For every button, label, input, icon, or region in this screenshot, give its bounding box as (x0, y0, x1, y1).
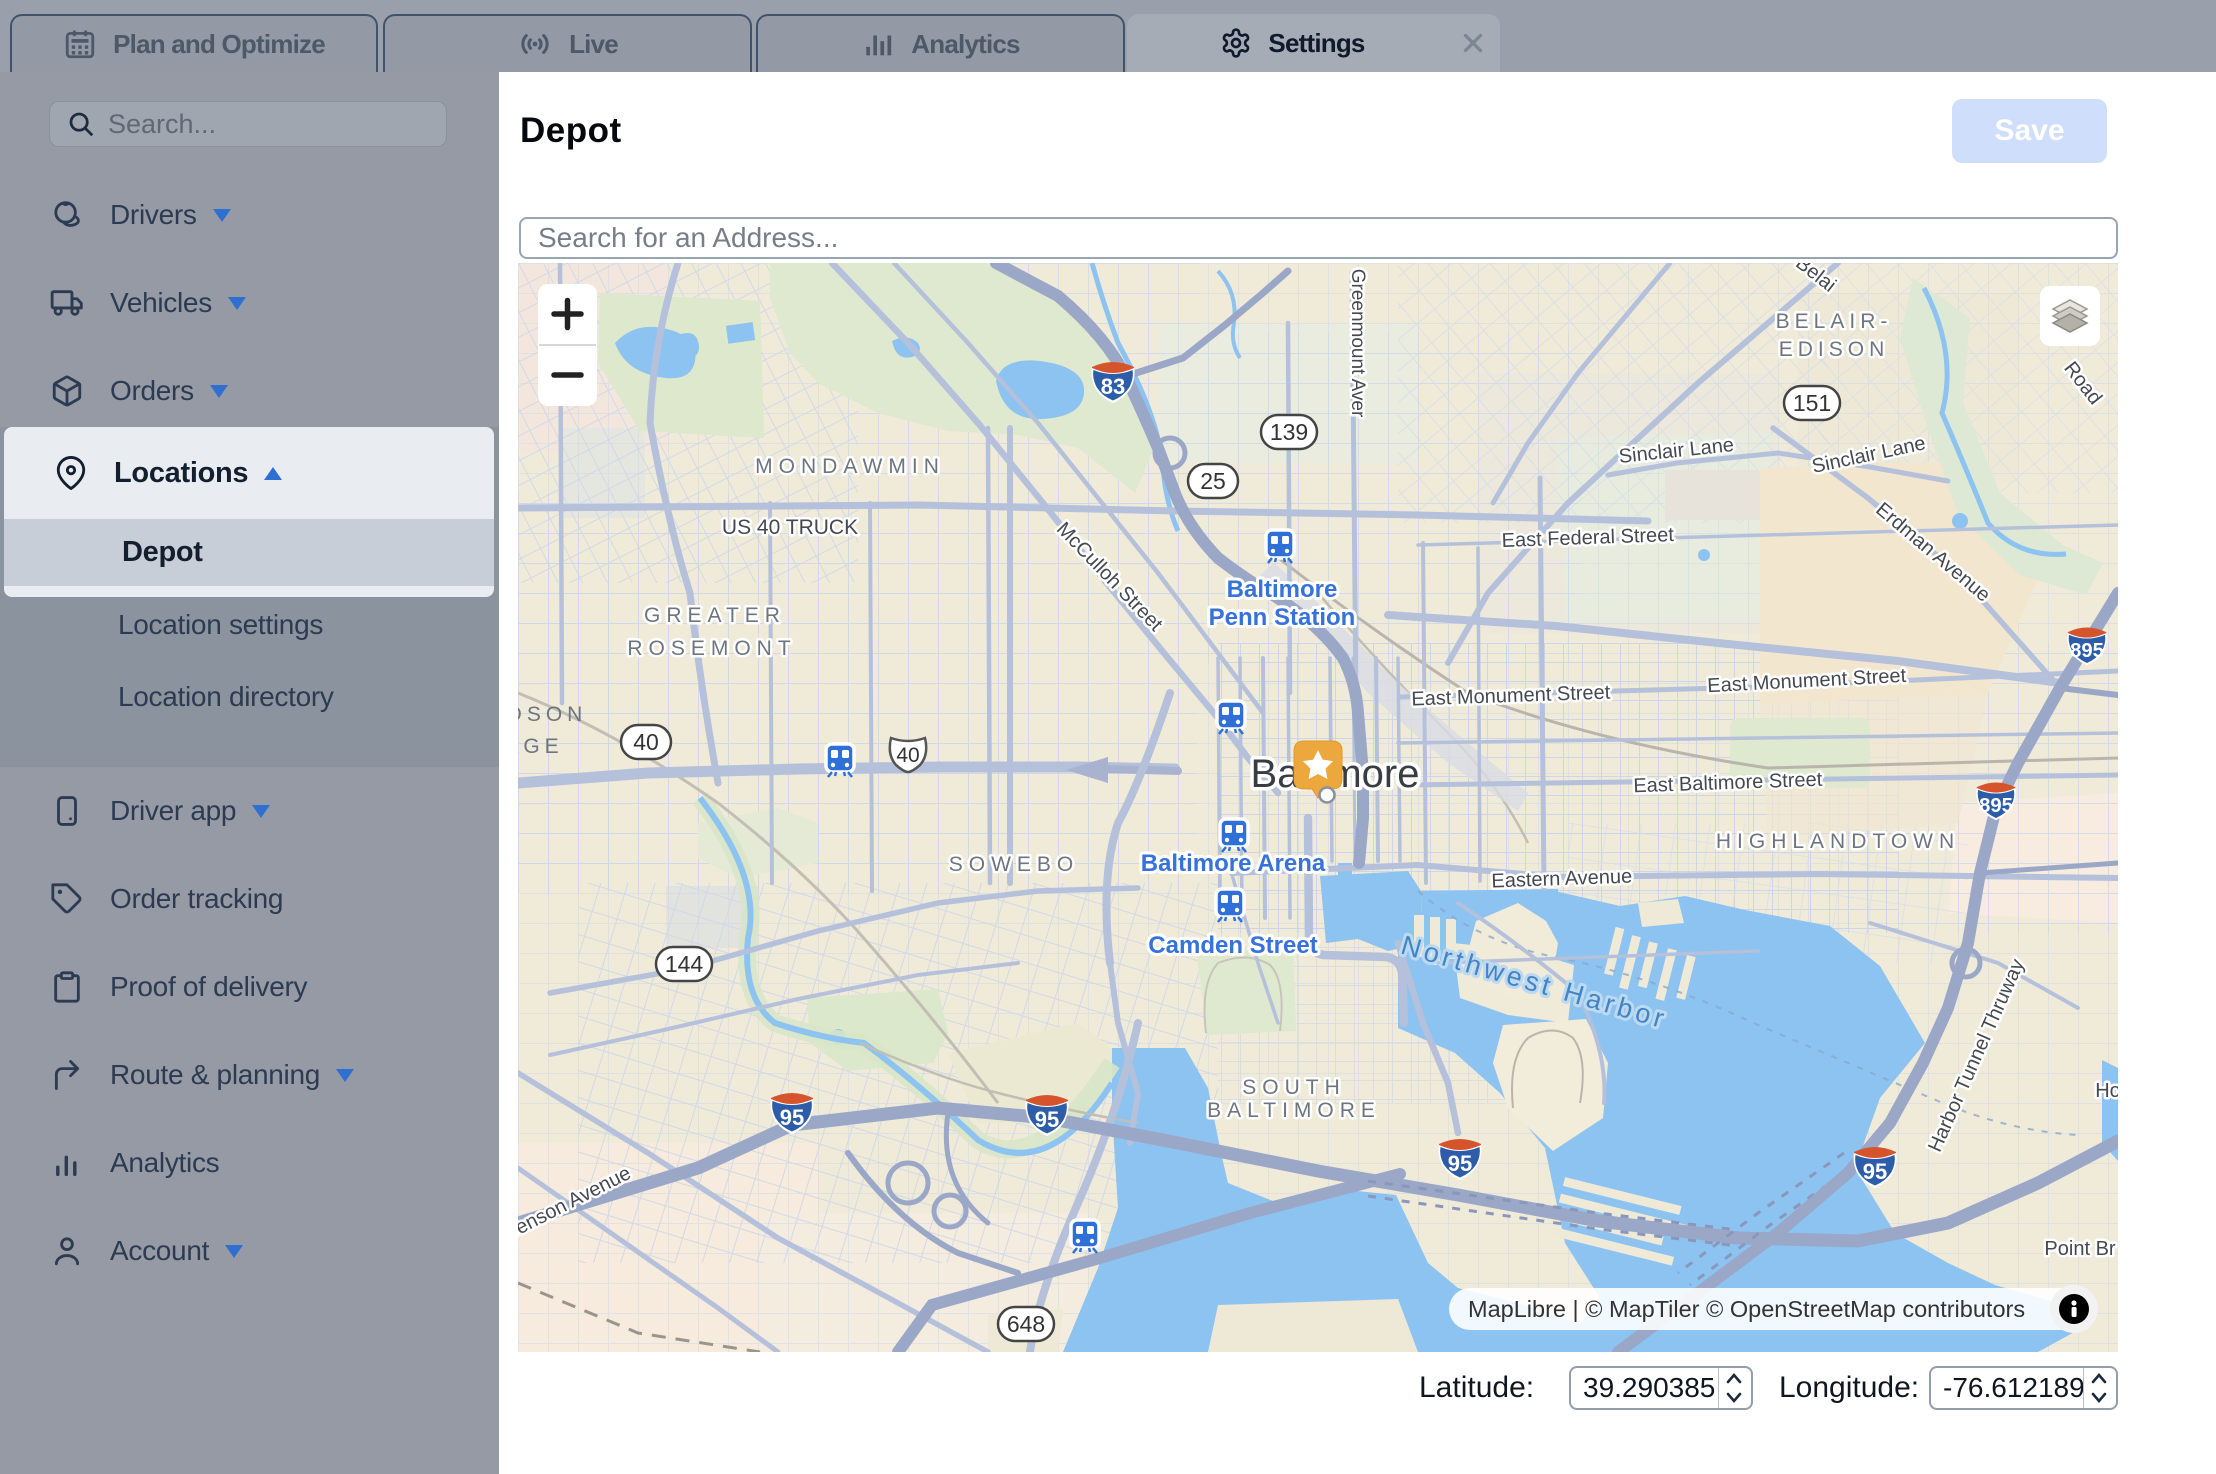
svg-text:EDISON: EDISON (1779, 338, 1890, 361)
svg-text:40: 40 (896, 744, 919, 767)
svg-text:MONDAWMIN: MONDAWMIN (755, 455, 945, 478)
svg-text:151: 151 (1793, 390, 1831, 416)
svg-text:DSON: DSON (518, 703, 587, 726)
svg-text:648: 648 (1007, 1311, 1045, 1337)
svg-text:Penn Station: Penn Station (1209, 604, 1356, 631)
svg-text:US 40 TRUCK: US 40 TRUCK (722, 516, 858, 539)
svg-text:SOWEBO: SOWEBO (949, 853, 1080, 876)
svg-text:139: 139 (1270, 419, 1308, 445)
svg-text:40: 40 (633, 729, 659, 755)
svg-text:Ho: Ho (2095, 1080, 2118, 1102)
svg-text:895: 895 (2070, 640, 2104, 662)
svg-text:895: 895 (1979, 795, 2013, 817)
svg-text:BALTIMORE: BALTIMORE (1207, 1099, 1381, 1122)
svg-text:Camden Street: Camden Street (1148, 932, 1317, 959)
svg-text:Baltimore: Baltimore (1227, 576, 1338, 603)
svg-text:95: 95 (1448, 1151, 1472, 1176)
svg-text:BELAIR-: BELAIR- (1776, 310, 1893, 333)
svg-text:SOUTH: SOUTH (1242, 1076, 1346, 1099)
svg-text:AGE: AGE (518, 735, 564, 758)
svg-text:95: 95 (1863, 1159, 1887, 1184)
svg-text:HIGHLANDTOWN: HIGHLANDTOWN (1716, 830, 1960, 853)
svg-text:ROSEMONT: ROSEMONT (627, 637, 796, 660)
svg-text:Point Br: Point Br (2044, 1238, 2115, 1260)
svg-text:83: 83 (1101, 374, 1125, 399)
svg-text:MapLibre | © MapTiler © OpenSt: MapLibre | © MapTiler © OpenStreetMap co… (1468, 1296, 2025, 1322)
svg-text:95: 95 (780, 1105, 804, 1130)
svg-text:95: 95 (1035, 1107, 1059, 1132)
svg-text:GREATER: GREATER (644, 604, 786, 627)
svg-text:Baltimore Arena: Baltimore Arena (1141, 850, 1326, 877)
svg-text:Greenmount Aver: Greenmount Aver (1347, 269, 1368, 418)
svg-text:25: 25 (1200, 468, 1226, 494)
svg-text:144: 144 (665, 951, 704, 977)
